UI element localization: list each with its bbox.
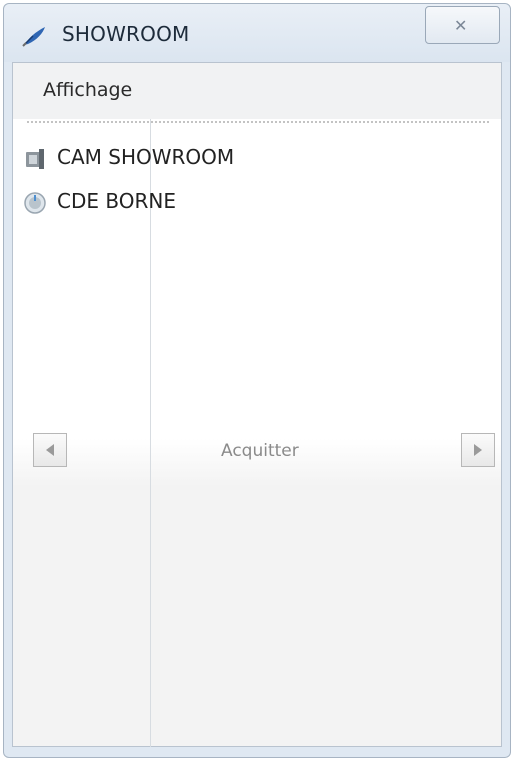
menu-item-affichage[interactable]: Affichage <box>43 79 132 101</box>
left-arrow-icon <box>46 444 54 456</box>
close-button[interactable]: ✕ <box>425 6 500 44</box>
right-arrow-icon <box>474 444 482 456</box>
previous-button[interactable] <box>33 433 67 467</box>
showroom-window: SHOWROOM ✕ Affichage CAM SHOWROOM CDE BO… <box>3 3 511 758</box>
list-item-label: CAM SHOWROOM <box>57 145 235 169</box>
window-title: SHOWROOM <box>62 22 190 46</box>
camera-icon <box>23 147 47 171</box>
list-item-label: CDE BORNE <box>57 189 176 213</box>
acknowledge-button[interactable]: Acquitter <box>221 441 299 461</box>
content-area: Affichage CAM SHOWROOM CDE BORNE Acquitt… <box>12 62 502 747</box>
next-button[interactable] <box>461 433 495 467</box>
menu-separator <box>27 121 489 123</box>
menu-bar: Affichage <box>13 63 501 119</box>
list-item-cde-borne[interactable]: CDE BORNE <box>23 187 223 217</box>
title-bar[interactable]: SHOWROOM ✕ <box>4 4 510 62</box>
close-icon: ✕ <box>454 16 468 35</box>
list-item-cam-showroom[interactable]: CAM SHOWROOM <box>23 143 283 173</box>
power-knob-icon <box>23 191 47 215</box>
feather-pen-icon <box>20 24 48 48</box>
